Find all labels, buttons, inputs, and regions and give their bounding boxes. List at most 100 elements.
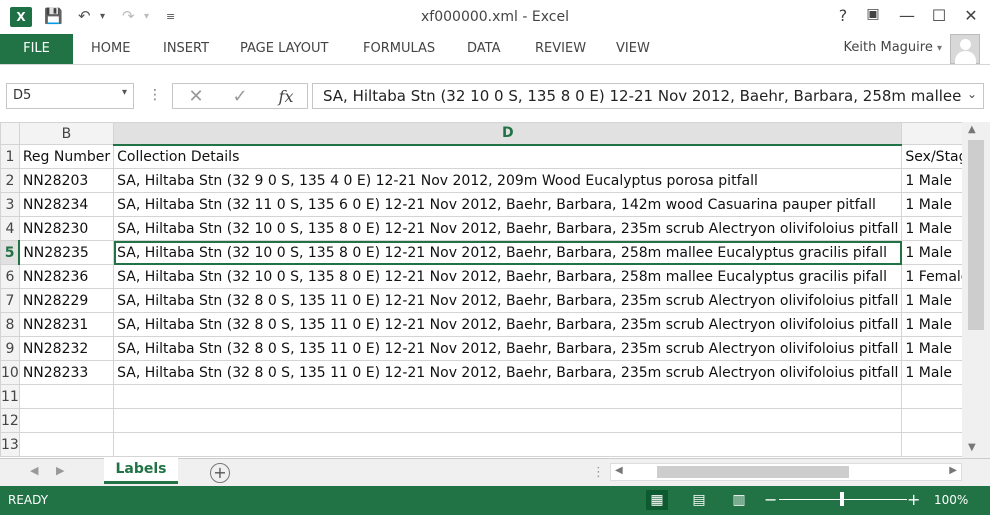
cell-e[interactable]: 1 Male bbox=[901, 312, 962, 337]
cell-b[interactable]: NN28229 bbox=[18, 288, 115, 313]
cell-b[interactable]: NN28235 bbox=[18, 240, 115, 265]
cell-b[interactable] bbox=[18, 408, 115, 433]
tab-home[interactable]: HOME bbox=[91, 34, 130, 64]
scroll-down-icon[interactable]: ▼ bbox=[968, 442, 976, 453]
zoom-slider-thumb[interactable] bbox=[840, 492, 844, 506]
tab-view[interactable]: VIEW bbox=[616, 34, 650, 64]
cell-d[interactable]: SA, Hiltaba Stn (32 11 0 S, 135 6 0 E) 1… bbox=[113, 192, 903, 217]
cell-d[interactable]: SA, Hiltaba Stn (32 8 0 S, 135 11 0 E) 1… bbox=[113, 360, 903, 385]
cell-e[interactable]: 1 Male bbox=[901, 192, 962, 217]
minimize-button[interactable]: — bbox=[892, 6, 922, 25]
scroll-up-icon[interactable]: ▲ bbox=[968, 124, 976, 135]
tab-formulas[interactable]: FORMULAS bbox=[363, 34, 435, 64]
sheet-tab-labels[interactable]: Labels bbox=[104, 458, 178, 484]
cell-b[interactable]: NN28230 bbox=[18, 216, 115, 241]
select-all-corner[interactable] bbox=[0, 122, 20, 145]
cell-e[interactable]: 1 Male bbox=[901, 168, 962, 193]
cell-d[interactable]: SA, Hiltaba Stn (32 9 0 S, 135 4 0 E) 12… bbox=[113, 168, 903, 193]
horizontal-scrollbar[interactable]: ◀ ▶ bbox=[610, 463, 962, 481]
zoom-out-button[interactable]: − bbox=[764, 490, 777, 509]
row-header[interactable]: 6 bbox=[0, 264, 20, 289]
row-header[interactable]: 5 bbox=[0, 240, 21, 265]
row-header[interactable]: 8 bbox=[0, 312, 20, 337]
cell-e[interactable]: 1 Female bbox=[901, 264, 962, 289]
sheet-next-icon[interactable]: ▶ bbox=[56, 464, 64, 477]
zoom-level[interactable]: 100% bbox=[934, 493, 968, 507]
formula-bar-resize-icon[interactable]: ⋮ bbox=[148, 87, 162, 103]
chevron-down-icon[interactable]: ▾ bbox=[122, 87, 127, 98]
avatar[interactable] bbox=[950, 34, 980, 64]
vertical-scroll-thumb[interactable] bbox=[968, 140, 984, 330]
cell-b[interactable]: NN28236 bbox=[18, 264, 115, 289]
worksheet-grid[interactable]: B D 1 Reg Number Collection Details Sex/Sta… bbox=[0, 122, 962, 458]
tab-page-layout[interactable]: PAGE LAYOUT bbox=[240, 34, 328, 64]
cell-d[interactable]: SA, Hiltaba Stn (32 8 0 S, 135 11 0 E) 1… bbox=[113, 336, 903, 361]
cell-b[interactable]: NN28234 bbox=[18, 192, 115, 217]
scroll-right-icon[interactable]: ▶ bbox=[949, 465, 957, 476]
cell-b[interactable]: NN28233 bbox=[18, 360, 115, 385]
row-header[interactable]: 1 bbox=[0, 144, 20, 169]
confirm-entry-icon[interactable]: ✓ bbox=[225, 84, 255, 110]
tab-split-handle-icon[interactable]: ⋮ bbox=[592, 465, 605, 480]
formula-input[interactable]: SA, Hiltaba Stn (32 10 0 S, 135 8 0 E) 1… bbox=[312, 83, 984, 109]
insert-function-icon[interactable]: fx bbox=[271, 84, 301, 110]
cell-d[interactable] bbox=[113, 384, 903, 409]
tab-data[interactable]: DATA bbox=[467, 34, 501, 64]
row-header[interactable]: 12 bbox=[0, 408, 20, 433]
file-tab[interactable]: FILE bbox=[0, 34, 73, 64]
cell-e[interactable]: 1 Male bbox=[901, 216, 962, 241]
cell-d[interactable]: SA, Hiltaba Stn (32 8 0 S, 135 11 0 E) 1… bbox=[113, 312, 903, 337]
cell-e[interactable]: 1 Male bbox=[901, 240, 962, 265]
cell-b[interactable] bbox=[18, 432, 115, 457]
cell-d[interactable]: SA, Hiltaba Stn (32 8 0 S, 135 11 0 E) 1… bbox=[113, 288, 903, 313]
expand-formula-bar-icon[interactable]: ⌄ bbox=[967, 87, 977, 101]
cell-e[interactable]: 1 Male bbox=[901, 360, 962, 385]
close-button[interactable]: ✕ bbox=[956, 6, 986, 25]
user-name[interactable]: Keith Maguire ▾ bbox=[844, 40, 942, 55]
maximize-button[interactable]: ☐ bbox=[924, 6, 954, 25]
cell-e[interactable]: 1 Male bbox=[901, 336, 962, 361]
active-cell-d5[interactable]: SA, Hiltaba Stn (32 10 0 S, 135 8 0 E) 1… bbox=[113, 240, 903, 265]
cell-e[interactable] bbox=[901, 408, 962, 433]
cancel-entry-icon[interactable]: ✕ bbox=[181, 84, 211, 110]
row-header[interactable]: 3 bbox=[0, 192, 20, 217]
page-layout-view-icon[interactable]: ▤ bbox=[688, 490, 710, 510]
cell-d[interactable]: SA, Hiltaba Stn (32 10 0 S, 135 8 0 E) 1… bbox=[113, 264, 903, 289]
tab-review[interactable]: REVIEW bbox=[535, 34, 586, 64]
page-break-preview-icon[interactable]: ▥ bbox=[728, 490, 750, 510]
vertical-scrollbar[interactable]: ▲ ▼ bbox=[962, 122, 990, 458]
sheet-prev-icon[interactable]: ◀ bbox=[30, 464, 38, 477]
cell-e[interactable]: Sex/Stage bbox=[901, 144, 962, 169]
column-header-b[interactable]: B bbox=[18, 122, 115, 145]
column-header-e[interactable] bbox=[901, 122, 962, 145]
horizontal-scroll-thumb[interactable] bbox=[657, 466, 849, 478]
ribbon-display-options-icon[interactable]: ▣ bbox=[858, 6, 888, 22]
cell-d[interactable] bbox=[113, 408, 903, 433]
cell-b[interactable] bbox=[18, 384, 115, 409]
cell-b[interactable]: Reg Number bbox=[18, 144, 115, 169]
cell-e[interactable]: 1 Male bbox=[901, 288, 962, 313]
row-header[interactable]: 11 bbox=[0, 384, 20, 409]
help-button[interactable]: ? bbox=[828, 6, 858, 25]
row-header[interactable]: 4 bbox=[0, 216, 20, 241]
tab-insert[interactable]: INSERT bbox=[163, 34, 209, 64]
row-header[interactable]: 9 bbox=[0, 336, 20, 361]
row-header[interactable]: 7 bbox=[0, 288, 20, 313]
zoom-in-button[interactable]: + bbox=[907, 490, 920, 509]
scroll-left-icon[interactable]: ◀ bbox=[615, 465, 623, 476]
cell-b[interactable]: NN28231 bbox=[18, 312, 115, 337]
name-box[interactable]: D5 ▾ bbox=[6, 83, 134, 109]
cell-e[interactable] bbox=[901, 432, 962, 457]
row-header[interactable]: 13 bbox=[0, 432, 20, 457]
column-header-d[interactable]: D bbox=[113, 122, 903, 146]
cell-d[interactable]: SA, Hiltaba Stn (32 10 0 S, 135 8 0 E) 1… bbox=[113, 216, 903, 241]
row-header[interactable]: 10 bbox=[0, 360, 20, 385]
row-header[interactable]: 2 bbox=[0, 168, 20, 193]
add-sheet-icon[interactable]: + bbox=[210, 463, 230, 483]
cell-d[interactable] bbox=[113, 432, 903, 457]
cell-b[interactable]: NN28203 bbox=[18, 168, 115, 193]
normal-view-icon[interactable]: ▦ bbox=[646, 490, 668, 510]
cell-e[interactable] bbox=[901, 384, 962, 409]
cell-b[interactable]: NN28232 bbox=[18, 336, 115, 361]
cell-d[interactable]: Collection Details bbox=[113, 144, 903, 169]
